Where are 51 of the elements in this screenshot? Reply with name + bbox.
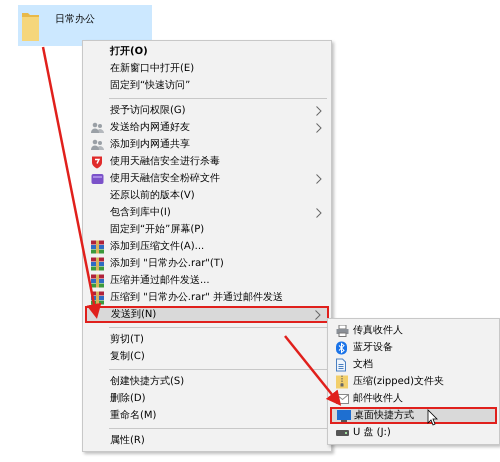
- menu-item[interactable]: 固定到“开始”屏幕(P): [85, 221, 329, 238]
- menu-item[interactable]: 删除(D): [85, 390, 329, 407]
- menu-item[interactable]: 在新窗口中打开(E): [85, 60, 329, 77]
- menu-item[interactable]: 邮件收件人: [330, 390, 497, 407]
- books-icon: [91, 257, 104, 270]
- folder-name: 日常办公: [55, 12, 95, 27]
- menu-item[interactable]: 文档: [330, 356, 497, 373]
- menu-item[interactable]: 打开(O): [85, 43, 329, 60]
- arrow-annotation: [284, 335, 342, 406]
- menu-item[interactable]: 压缩并通过邮件发送...: [85, 272, 329, 289]
- menu-item[interactable]: 固定到“快速访问”: [85, 77, 329, 94]
- menu-item[interactable]: 复制(C): [85, 348, 329, 365]
- menu-item[interactable]: 压缩(zipped)文件夹: [330, 373, 497, 390]
- menu-item[interactable]: 添加到 "日常办公.rar"(T): [85, 255, 329, 272]
- people-icon: [91, 138, 104, 150]
- menu-item[interactable]: 发送到(N): [85, 306, 329, 323]
- mouse-pointer-icon: [428, 409, 438, 426]
- block-icon: [91, 172, 104, 184]
- bluetooth-icon: [336, 341, 347, 354]
- zip-folder-icon: [336, 375, 348, 388]
- menu-item[interactable]: U 盘 (J:): [330, 424, 497, 441]
- menu-item[interactable]: 压缩到 "日常办公.rar" 并通过邮件发送: [85, 289, 329, 306]
- monitor-icon: [337, 410, 351, 422]
- menu-item[interactable]: 使用天融信安全进行杀毒: [85, 153, 329, 170]
- printer-icon: [336, 324, 349, 336]
- menu-item[interactable]: 属性(R): [85, 432, 329, 449]
- menu-item[interactable]: 创建快捷方式(S): [85, 373, 329, 390]
- drive-icon: [336, 430, 349, 436]
- menu-item[interactable]: 授予访问权限(G): [85, 102, 329, 119]
- shield-icon: [91, 155, 103, 168]
- menu-item[interactable]: 剪切(T): [85, 331, 329, 348]
- books-icon: [91, 291, 104, 304]
- menu-item[interactable]: 蓝牙设备: [330, 339, 497, 356]
- menu-item[interactable]: 添加到压缩文件(A)...: [85, 238, 329, 255]
- menu-item[interactable]: 发送给内网通好友: [85, 119, 329, 136]
- folder-icon: [22, 11, 39, 41]
- people-icon: [91, 122, 104, 134]
- menu-item[interactable]: 桌面快捷方式: [330, 407, 497, 424]
- books-icon: [91, 240, 104, 253]
- menu-item[interactable]: 包含到库中(I): [85, 204, 329, 221]
- menu-item[interactable]: 传真收件人: [330, 322, 497, 339]
- menu-item[interactable]: 添加到内网通共享: [85, 136, 329, 153]
- menu-item[interactable]: 重命名(M): [85, 407, 329, 424]
- document-icon: [336, 358, 346, 371]
- menu-item[interactable]: 使用天融信安全粉碎文件: [85, 170, 329, 187]
- menu-item[interactable]: 还原以前的版本(V): [85, 187, 329, 204]
- books-icon: [91, 274, 104, 287]
- chevron-icon: [316, 208, 322, 218]
- chevron-icon: [316, 174, 322, 184]
- folder-tile[interactable]: 日常办公: [18, 5, 152, 46]
- chevron-icon: [315, 310, 321, 320]
